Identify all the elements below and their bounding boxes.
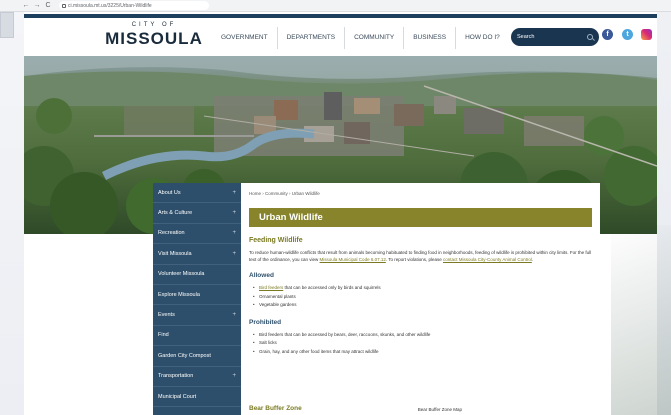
expand-plus-icon[interactable]: +: [232, 312, 236, 318]
logo-city-of: CITY OF: [131, 22, 177, 28]
reload-icon[interactable]: C: [44, 1, 52, 11]
instagram-icon[interactable]: [641, 29, 652, 40]
allowed-heading: Allowed: [249, 272, 274, 279]
nav-community[interactable]: COMMUNITY: [345, 27, 405, 49]
sidebar-item-label: Volunteer Missoula: [158, 271, 205, 278]
list-item: Salt licks: [253, 339, 592, 348]
sidebar-item-find[interactable]: Find: [153, 326, 241, 347]
back-arrow-icon[interactable]: ←: [22, 1, 30, 11]
bird-feeders-link[interactable]: Bird feeders: [259, 285, 283, 290]
feeding-text-3: .: [531, 256, 534, 262]
feeding-wildlife-heading: Feeding Wildlife: [249, 237, 303, 244]
city-logo[interactable]: CITY OF MISSOULA: [104, 22, 204, 52]
address-bar[interactable]: ci.missoula.mt.us/3225/Urban-Wildlife: [59, 1, 209, 10]
list-item: Bird feeders that can be accessed only b…: [253, 284, 592, 293]
expand-plus-icon[interactable]: +: [232, 210, 236, 216]
nav-government[interactable]: GOVERNMENT: [212, 27, 278, 49]
facebook-icon[interactable]: f: [602, 29, 613, 40]
sidebar-item-label: Arts & Culture: [158, 210, 193, 217]
browser-toolbar: ← → C ci.missoula.mt.us/3225/Urban-Wildl…: [0, 0, 671, 12]
prohibited-heading: Prohibited: [249, 318, 282, 326]
sidebar-item-arts-culture[interactable]: Arts & Culture +: [153, 203, 241, 224]
sidebar-item-label: Garden City Compost: [158, 352, 211, 359]
prohibited-list: Bird feeders that can be accessed by bea…: [249, 331, 592, 357]
lock-icon: [62, 3, 66, 8]
list-item: Grain, hay, and any other food items tha…: [253, 348, 592, 357]
logo-missoula: MISSOULA: [105, 29, 203, 48]
search-placeholder: Search: [517, 34, 535, 40]
sidebar-item-transportation[interactable]: Transportation +: [153, 367, 241, 387]
sidebar-item-label: Explore Missoula: [158, 291, 200, 298]
page-backdrop-left: [0, 12, 24, 415]
sidebar-item-label: Transportation: [158, 373, 194, 380]
breadcrumb[interactable]: Home › Community › Urban Wildlife: [249, 191, 592, 199]
page-title: Urban Wildlife: [259, 212, 323, 223]
expand-plus-icon[interactable]: +: [232, 373, 236, 379]
sidebar-item-label: Visit Missoula: [158, 250, 192, 257]
animal-control-link[interactable]: contact Missoula City-County Animal Cont…: [443, 257, 532, 262]
sidebar-item-events[interactable]: Events +: [153, 305, 241, 326]
allowed-list: Bird feeders that can be accessed only b…: [249, 284, 592, 310]
sidebar-item-label: Find: [158, 332, 169, 339]
sidebar-item-about-us[interactable]: About Us +: [153, 183, 241, 204]
sidebar-item-explore-missoula[interactable]: Explore Missoula: [153, 285, 241, 306]
nav-departments[interactable]: DEPARTMENTS: [278, 27, 346, 49]
sidebar-item-visit-missoula[interactable]: Visit Missoula +: [153, 244, 241, 265]
expand-plus-icon[interactable]: +: [232, 190, 236, 196]
sidebar-item-label: Events: [158, 312, 175, 319]
allowed-item-text: that can be accessed only by birds and s…: [283, 285, 381, 290]
bear-buffer-map-label: Bear Buffer Zone Map: [417, 407, 462, 412]
forward-arrow-icon[interactable]: →: [33, 1, 41, 11]
list-item: Ornamental plants: [253, 293, 592, 302]
expand-plus-icon[interactable]: +: [232, 251, 236, 257]
main-navigation: GOVERNMENT DEPARTMENTS COMMUNITY BUSINES…: [212, 27, 509, 49]
nav-how-do-i[interactable]: HOW DO I?: [456, 27, 509, 49]
side-thumbnail: [0, 12, 14, 38]
twitter-icon[interactable]: t: [622, 29, 633, 40]
page-title-bar: Urban Wildlife: [249, 208, 592, 227]
address-url: ci.missoula.mt.us/3225/Urban-Wildlife: [68, 2, 152, 9]
sidebar-item-municipal-court[interactable]: Municipal Court: [153, 387, 241, 408]
list-item: Bird feeders that can be accessed by bea…: [253, 331, 592, 340]
sidebar-navigation: About Us + Arts & Culture + Recreation +…: [153, 183, 241, 415]
municipal-code-link[interactable]: Missoula Municipal Code 6.07.12: [320, 257, 386, 262]
sidebar-item-recreation[interactable]: Recreation +: [153, 224, 241, 245]
nav-business[interactable]: BUSINESS: [404, 27, 457, 49]
feeding-wildlife-paragraph: To reduce human-wildlife conflicts that …: [249, 250, 592, 263]
sidebar-item-label: Municipal Court: [158, 393, 197, 400]
search-icon[interactable]: [587, 34, 593, 40]
main-content: Home › Community › Urban Wildlife Urban …: [241, 183, 600, 415]
search-input[interactable]: Search: [511, 28, 599, 46]
page-backdrop-shape: [611, 225, 671, 415]
sidebar-item-garden-city-compost[interactable]: Garden City Compost: [153, 346, 241, 367]
bear-buffer-row: Bear Buffer Zone Bear Buffer Zone Map: [249, 405, 592, 412]
sidebar-item-label: About Us: [158, 189, 181, 196]
expand-plus-icon[interactable]: +: [232, 230, 236, 236]
list-item: Vegetable gardens: [253, 301, 592, 310]
bear-buffer-zone-heading: Bear Buffer Zone: [249, 405, 302, 412]
sidebar-item-volunteer-missoula[interactable]: Volunteer Missoula: [153, 265, 241, 285]
sidebar-item-label: Recreation: [158, 230, 185, 237]
feeding-text-2: . To report violations, please: [385, 256, 444, 262]
site-header: CITY OF MISSOULA GOVERNMENT DEPARTMENTS …: [24, 18, 657, 56]
